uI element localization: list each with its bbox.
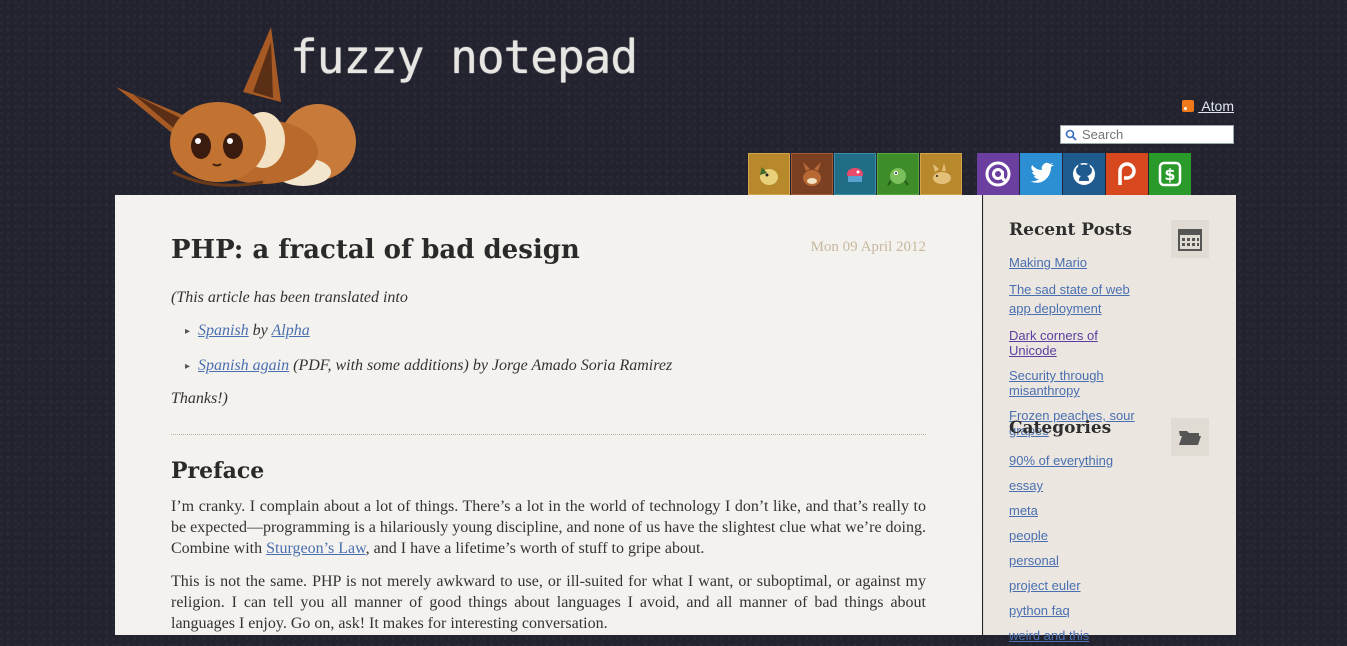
list-item: essay [1009,478,1113,493]
list-item: 90% of everything [1009,453,1113,468]
sidebar: Recent Posts Making Mario The sad state … [983,195,1236,643]
dollar-icon: $ [1158,161,1182,187]
translator-link[interactable]: Alpha [271,322,309,339]
recent-posts-list: Making Mario The sad state of web app de… [1009,255,1149,438]
list-item: Making Mario [1009,255,1149,270]
pokemon-2-link[interactable] [791,153,833,195]
list-item: meta [1009,503,1113,518]
patreon-icon [1118,162,1136,185]
list-item: personal [1009,553,1113,568]
folder-icon [1171,418,1209,456]
pokemon-3-icon [847,168,863,182]
list-item: Dark corners of Unicode [1009,328,1149,358]
category-link[interactable]: personal [1009,553,1059,568]
recent-posts-heading: Recent Posts [1009,220,1132,240]
recent-post-link[interactable]: Security through misanthropy [1009,368,1104,398]
list-item: project euler [1009,578,1113,593]
pokemon-1-link[interactable] [748,153,790,195]
svg-text:$: $ [1164,165,1175,184]
section-heading: Preface [171,458,265,484]
list-item: people [1009,528,1113,543]
thanks-text: Thanks!) [171,390,228,407]
list-item: weird and this [1009,628,1113,643]
category-link[interactable]: people [1009,528,1048,543]
category-link[interactable]: python faq [1009,603,1070,618]
pokemon-5-link[interactable] [920,153,962,195]
rss-icon [1182,100,1195,112]
recent-post-link[interactable]: The sad state of web app deployment [1009,282,1130,316]
categories-heading: Categories [1009,418,1112,438]
main-content: PHP: a fractal of bad design Mon 09 Apri… [115,195,982,635]
post-body: (This article has been translated into S… [171,287,926,646]
site-title[interactable]: fuzzy notepad [290,30,638,84]
twitter-link[interactable] [1020,153,1062,195]
sturgeons-law-link[interactable]: Sturgeon’s Law [266,540,366,557]
recent-post-link[interactable]: Dark corners of Unicode [1009,328,1098,358]
list-item: Spanish by Alpha [185,320,926,342]
category-link[interactable]: weird and this [1009,628,1089,643]
post-title[interactable]: PHP: a fractal of bad design [171,235,580,265]
translation-list: Spanish by Alpha Spanish again (PDF, wit… [171,320,926,377]
calendar-icon [1171,220,1209,258]
pokemon-1-icon [760,167,778,185]
atom-feed: Atom [1182,98,1234,114]
atom-link[interactable]: Atom [1198,98,1234,114]
donate-link[interactable]: $ [1149,153,1191,195]
email-icon [985,161,1011,187]
pokemon-3-link[interactable] [834,153,876,195]
category-link[interactable]: 90% of everything [1009,453,1113,468]
categories-list: 90% of everything essay meta people pers… [1009,453,1113,643]
post-date: Mon 09 April 2012 [810,239,926,255]
social-links: $ [748,153,1192,195]
list-item: The sad state of web app deployment [1009,280,1149,318]
github-link[interactable] [1063,153,1105,195]
list-item: Security through misanthropy [1009,368,1149,398]
search-icon [1065,129,1077,141]
patreon-link[interactable] [1106,153,1148,195]
pokemon-4-link[interactable] [877,153,919,195]
pokemon-4-icon [887,168,909,186]
translation-text: by [248,322,272,339]
github-icon [1073,163,1095,185]
translation-link[interactable]: Spanish [198,322,249,339]
category-link[interactable]: essay [1009,478,1043,493]
paragraph: I’m cranky. I complain about a lot of th… [171,496,926,559]
paragraph: This is not the same. PHP is not merely … [171,573,926,632]
category-link[interactable]: meta [1009,503,1038,518]
search-box[interactable] [1060,125,1234,144]
list-item: python faq [1009,603,1113,618]
search-input[interactable] [1082,127,1222,142]
email-link[interactable] [977,153,1019,195]
category-link[interactable]: project euler [1009,578,1081,593]
pokemon-5-icon [933,163,951,184]
divider [171,434,926,435]
translation-text: (PDF, with some additions) by Jorge Amad… [289,357,673,374]
translation-link[interactable]: Spanish again [198,357,289,374]
paragraph-text: , and I have a lifetime’s worth of stuff… [365,540,705,557]
pokemon-2-icon [803,162,821,186]
twitter-icon [1030,162,1054,183]
recent-post-link[interactable]: Making Mario [1009,255,1087,270]
list-item: Spanish again (PDF, with some additions)… [185,355,926,377]
translation-intro: (This article has been translated into [171,289,408,306]
